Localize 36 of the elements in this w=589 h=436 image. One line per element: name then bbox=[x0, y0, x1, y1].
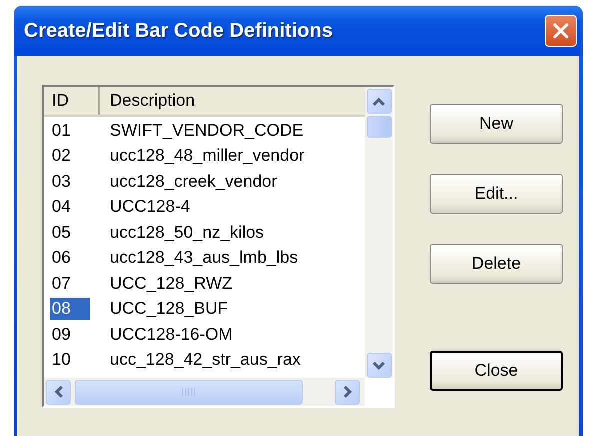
description-cell: SWIFT_VENDOR_CODE bbox=[110, 120, 304, 141]
description-cell: ucc_128_42_str_aus_rax bbox=[110, 350, 301, 370]
id-cell[interactable]: 03 bbox=[50, 170, 90, 193]
id-cell[interactable]: 08 bbox=[50, 298, 90, 320]
grip-icon bbox=[182, 388, 196, 396]
id-cell[interactable]: 09 bbox=[50, 324, 90, 346]
scroll-up-button[interactable] bbox=[366, 89, 392, 114]
id-cell[interactable]: 01 bbox=[50, 120, 90, 142]
id-cell[interactable]: 06 bbox=[50, 247, 90, 270]
horizontal-scrollbar[interactable] bbox=[44, 378, 365, 406]
vertical-scrollbar[interactable] bbox=[365, 87, 393, 378]
scroll-right-button[interactable] bbox=[335, 380, 360, 404]
description-cell: ucc128_50_nz_kilos bbox=[110, 222, 264, 243]
id-cell[interactable]: 10 bbox=[50, 349, 90, 372]
dialog-button[interactable]: Close bbox=[430, 351, 563, 391]
id-cell[interactable]: 05 bbox=[50, 222, 90, 244]
dialog-button[interactable]: Delete bbox=[430, 244, 563, 284]
window-title: Create/Edit Bar Code Definitions bbox=[24, 20, 333, 42]
close-icon bbox=[552, 22, 570, 40]
description-cell: ucc128_43_aus_lmb_lbs bbox=[110, 248, 298, 268]
id-cell[interactable]: 04 bbox=[50, 196, 90, 218]
id-cell[interactable]: 02 bbox=[50, 145, 90, 168]
id-cell[interactable]: 07 bbox=[50, 272, 90, 295]
close-button[interactable] bbox=[545, 15, 577, 47]
description-cell: UCC_128_RWZ bbox=[110, 274, 233, 294]
scroll-down-button[interactable] bbox=[366, 353, 392, 378]
dialog-button[interactable]: New bbox=[430, 104, 563, 144]
scroll-thumb[interactable] bbox=[75, 380, 303, 404]
description-cell: ucc128_48_miller_vendor bbox=[110, 146, 305, 166]
scroll-left-button[interactable] bbox=[46, 380, 71, 404]
description-cell: UCC128-16-OM bbox=[110, 324, 233, 345]
description-cell: ucc128_creek_vendor bbox=[110, 172, 278, 192]
dialog-button[interactable]: Edit... bbox=[430, 174, 563, 214]
description-cell: UCC_128_BUF bbox=[110, 299, 228, 320]
scroll-thumb[interactable] bbox=[366, 116, 392, 138]
description-cell: UCC128-4 bbox=[110, 197, 190, 218]
